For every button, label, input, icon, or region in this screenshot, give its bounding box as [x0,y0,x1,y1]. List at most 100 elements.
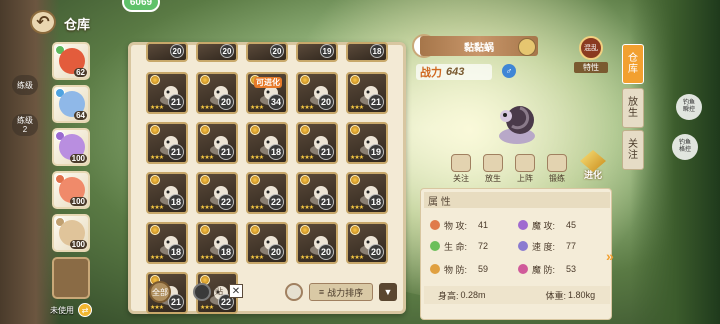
empty-team-slot[interactable] [52,257,90,299]
swap-icon[interactable]: ⇄ [78,303,92,317]
train-button[interactable]: 锻练 [544,154,570,184]
sort-direction-button[interactable]: ▼ [379,283,397,301]
pet-cell[interactable]: 19 [296,42,338,62]
pet-cell[interactable]: 18 [346,42,388,62]
follow-button[interactable]: 关注 [448,154,474,184]
evolve-button[interactable]: 进化 [578,150,608,182]
pet-cell[interactable]: ★★★ 21 [196,122,238,164]
pet-cell[interactable]: ★★★ 20 [296,222,338,264]
dumbbell-icon [547,154,567,172]
fishing-control-button-2[interactable]: 钓鱼 格控 [672,134,698,160]
team-slot[interactable]: 100 [52,214,90,252]
tab-storage[interactable]: 仓 库 [622,44,644,84]
pet-cell[interactable]: ★★★ 22 [196,172,238,214]
star-rating-icon: ★★★ [300,205,314,211]
team-slot[interactable]: 100 [52,128,90,166]
stat-label: 魔 攻: [532,220,556,231]
tab-release[interactable]: 放 生 [622,88,644,128]
pet-cell[interactable]: ★★★ 20 [196,72,238,114]
expand-arrow-icon[interactable]: » [606,248,614,264]
star-rating-icon: ★★★ [300,255,314,261]
stat-row: 物 攻: 41 [430,218,508,232]
height-label: 身高: [438,290,459,301]
side-tag-train-1[interactable]: 练级 [12,75,38,95]
pet-cell[interactable]: ★★★ 可进化 34 [246,72,288,114]
pet-level: 21 [168,94,184,110]
pet-cell[interactable]: ★★★ 22 [246,172,288,214]
pet-cell[interactable]: ★★★ 20 [296,72,338,114]
pet-level: 34 [268,94,284,110]
sort-dropdown[interactable]: ≡ 战力排序 [309,283,373,301]
search-icon[interactable] [193,283,211,301]
pet-filter-icon[interactable] [285,283,303,301]
weight-label: 体重: [545,290,567,301]
stat-icon [430,241,440,251]
trait-icon: 混乱 [579,36,603,60]
trait-badge[interactable]: 混乱 特性 [574,36,608,74]
attributes-header: 属 性 [424,192,610,208]
pet-level: 64 [74,111,87,120]
pet-cell[interactable]: ★★★ 21 [146,122,188,164]
star-rating-icon: ★★★ [250,105,264,111]
pet-level: 21 [218,144,234,160]
team-slot[interactable]: 62 [52,42,90,80]
pet-cell[interactable]: ★★★ 21 [146,72,188,114]
pet-level: 20 [368,244,384,260]
pet-level: 21 [318,194,334,210]
pet-cell[interactable]: ★★★ 18 [146,172,188,214]
star-rating-icon: ★★★ [150,305,164,311]
combat-power: 战力 643 [416,64,492,80]
action-label: 锻练 [549,174,565,183]
pet-level: 18 [368,194,384,210]
release-icon [483,154,503,172]
star-rating-icon: ★★★ [150,155,164,161]
star-rating-icon: ★★★ [250,155,264,161]
release-button[interactable]: 放生 [480,154,506,184]
deploy-button[interactable]: 上阵 [512,154,538,184]
team-slot[interactable]: 64 [52,85,90,123]
background-tree-left [0,0,60,324]
stat-label: 生 命: [444,241,468,252]
stat-value: 53 [566,264,577,274]
star-rating-icon: ★★★ [200,305,214,311]
combat-value: 643 [446,66,465,78]
pet-cell[interactable]: 20 [196,42,238,62]
pet-cell[interactable]: ★★★ 18 [246,122,288,164]
pet-cell[interactable]: ★★★ 18 [346,172,388,214]
pet-level: 22 [218,194,234,210]
trait-icon-label: 混乱 [584,45,598,52]
all-filter-button[interactable]: 全部 [149,281,171,303]
pet-cell[interactable]: ★★★ 18 [146,222,188,264]
favorite-icon[interactable] [518,38,536,56]
tab-follow[interactable]: 关 注 [622,130,644,170]
stat-value: 72 [478,241,489,251]
pet-level: 18 [268,144,284,160]
pet-cell[interactable]: 20 [246,42,288,62]
back-button[interactable]: ↶ [30,10,56,34]
pet-cell[interactable]: ★★★ 21 [296,122,338,164]
star-rating-icon: ★★★ [150,255,164,261]
pet-cell[interactable]: ★★★ 21 [296,172,338,214]
pet-cell[interactable]: 20 [146,42,188,62]
pet-level: 20 [218,94,234,110]
pet-cell[interactable]: ★★★ 19 [346,122,388,164]
side-tag-train-2[interactable]: 练级 2 [12,114,38,136]
star-rating-icon: ★★★ [350,205,364,211]
pet-cell[interactable]: ★★★ 18 [196,222,238,264]
stat-value: 45 [566,220,577,230]
pet-level: 18 [370,44,384,58]
pet-level: 100 [69,154,87,163]
pet-cell[interactable]: ★★★ 21 [346,72,388,114]
body-metrics: 身高: 0.28m 体重: 1.80kg [424,286,610,304]
fishing-control-button-1[interactable]: 钓鱼 瞬控 [676,94,702,120]
star-rating-icon: ★★★ [250,205,264,211]
pet-cell[interactable]: ★★★ 20 [346,222,388,264]
team-slot[interactable]: 100 [52,171,90,209]
page-title: 仓库 [64,17,91,32]
stat-label: 速 度: [532,241,556,252]
star-rating-icon: ★★★ [200,105,214,111]
menu-icon: ≡ [318,287,325,297]
mark-checkbox[interactable]: ✕ [229,284,243,298]
pet-cell[interactable]: ★★★ 20 [246,222,288,264]
currency-badge: 6069 [122,0,160,12]
